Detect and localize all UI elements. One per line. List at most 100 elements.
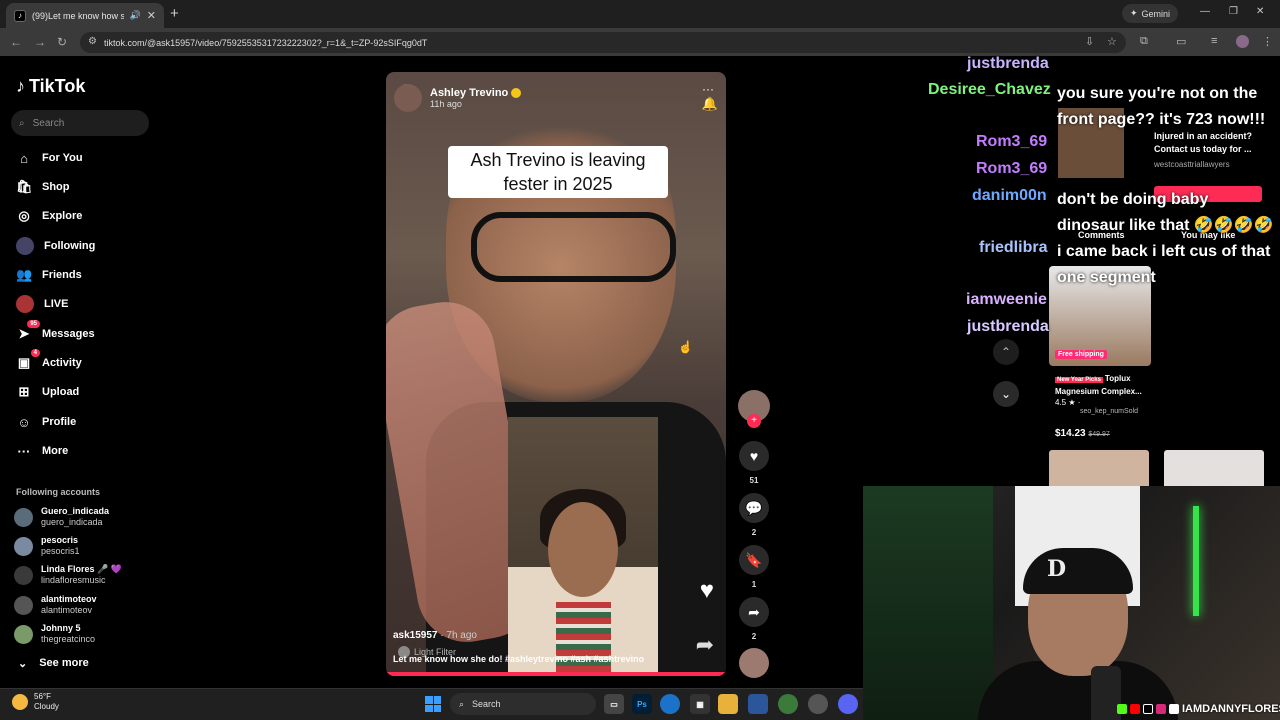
- sound-avatar[interactable]: [739, 648, 769, 678]
- save-button[interactable]: 🔖: [739, 545, 769, 575]
- gemini-button[interactable]: ✦ Gemini: [1122, 4, 1178, 23]
- video-progress-bar[interactable]: [386, 672, 726, 676]
- more-icon: ···: [17, 443, 31, 459]
- chat-username: danim00n: [972, 187, 1047, 204]
- maximize-icon[interactable]: ❐: [1229, 6, 1238, 17]
- messages-icon: ➤ 95: [16, 320, 40, 342]
- weather-icon: [12, 694, 28, 710]
- gemini-sparkle-icon: ✦: [1129, 8, 1138, 18]
- activity-badge: 4: [30, 349, 40, 357]
- search-input[interactable]: ⌕ Search: [11, 110, 149, 136]
- product-card[interactable]: [1049, 450, 1149, 490]
- sidebar-item-more[interactable]: ··· More: [16, 441, 69, 461]
- streamer-handle: IAMDANNYFLORES: [1182, 703, 1280, 715]
- weather-widget[interactable]: 56°F Cloudy: [12, 692, 59, 712]
- window-close-icon[interactable]: ✕: [1256, 6, 1264, 17]
- uploader[interactable]: ask15957 · 7h ago: [393, 630, 477, 641]
- sidebar-item-activity[interactable]: ▣ 4 Activity: [16, 349, 82, 373]
- new-tab-button[interactable]: +: [170, 5, 179, 22]
- avatar: [14, 565, 33, 585]
- install-app-icon[interactable]: ⇩: [1085, 35, 1094, 48]
- obs-icon[interactable]: [808, 694, 828, 714]
- bookmark-star-icon[interactable]: ☆: [1107, 35, 1117, 48]
- following-account[interactable]: Johnny 5 thegreatcinco: [14, 623, 95, 645]
- video-description: Let me know how she do! #ashleytrevino #…: [393, 654, 645, 664]
- tiktok-logo[interactable]: ♪ TikTok: [16, 76, 85, 97]
- free-shipping-badge: Free shipping: [1055, 350, 1107, 359]
- url-text: tiktok.com/@ask15957/video/7592553531723…: [104, 37, 428, 48]
- back-icon[interactable]: ←: [10, 35, 22, 49]
- sidebar-item-profile[interactable]: ☺ Profile: [16, 412, 76, 432]
- ad-title: Injured in an accident? Contact us today…: [1154, 131, 1253, 154]
- chat-message: you sure you're not on the front page?? …: [1057, 85, 1266, 128]
- start-button[interactable]: [425, 696, 441, 712]
- product-price: $14.23 $49.97: [1055, 428, 1110, 439]
- sidebar-item-friends[interactable]: 👥 Friends: [16, 265, 82, 285]
- app-icon[interactable]: [748, 694, 768, 714]
- chrome-icon[interactable]: [778, 694, 798, 714]
- site-info-icon[interactable]: ⚙: [88, 36, 97, 47]
- forward-icon[interactable]: →: [34, 35, 46, 49]
- following-account[interactable]: alantimoteov alantimoteov: [14, 594, 97, 616]
- chat-username: iamweenie: [966, 291, 1047, 308]
- sidebar-item-explore[interactable]: ◎ Explore: [16, 206, 82, 226]
- chat-username: justbrenda: [967, 55, 1049, 72]
- sidebar-item-messages[interactable]: ➤ 95 Messages: [16, 320, 95, 344]
- ad-source: westcoasttriallawyers: [1154, 160, 1230, 169]
- see-more-button[interactable]: ⌄ See more: [18, 657, 89, 670]
- photoshop-icon[interactable]: Ps: [632, 694, 652, 714]
- following-account[interactable]: Linda Flores 🎤 💜 lindafloresmusic: [14, 564, 122, 586]
- address-bar[interactable]: ⚙ tiktok.com/@ask15957/video/75925535317…: [80, 32, 1126, 53]
- video-player[interactable]: 🔊 Ashley Trevino 11h ago ··· 🔔 Ash Trevi…: [386, 72, 726, 676]
- file-explorer-icon[interactable]: [718, 694, 738, 714]
- live-icon: [16, 295, 34, 313]
- task-view-icon[interactable]: ▭: [604, 694, 624, 714]
- sidebar-item-upload[interactable]: ⊞ Upload: [16, 382, 80, 402]
- product-card[interactable]: [1164, 450, 1264, 490]
- search-icon: ⌕: [459, 698, 465, 709]
- tab-strip: ♪ (99)Let me know how she d 🔊 ✕ + ✦Gemin…: [0, 0, 1280, 28]
- following-icon: [16, 237, 34, 255]
- video-inset: [508, 417, 658, 676]
- following-account[interactable]: pesocris pesocris1: [14, 535, 80, 557]
- comment-button[interactable]: 💬: [739, 493, 769, 523]
- profile-avatar[interactable]: [1236, 35, 1249, 48]
- following-account[interactable]: Guero_indicada guero_indicada: [14, 506, 109, 528]
- chat-message: i came back i left cus of that one segme…: [1057, 243, 1271, 286]
- extensions-icon[interactable]: ⧉: [1140, 35, 1148, 48]
- taskbar-search[interactable]: ⌕ Search: [450, 693, 596, 715]
- discord-icon[interactable]: [838, 694, 858, 714]
- video-author[interactable]: Ashley Trevino 11h ago: [394, 84, 522, 112]
- product-title[interactable]: New Year Picks Toplux Magnesium Complex..…: [1055, 373, 1155, 397]
- sidebar-item-following[interactable]: Following: [16, 236, 95, 256]
- chevron-up-icon[interactable]: ⌃: [993, 339, 1019, 365]
- browser-tab[interactable]: ♪ (99)Let me know how she d 🔊 ✕: [6, 3, 164, 28]
- tab-close-icon[interactable]: ✕: [147, 9, 156, 22]
- tiktok-icon: [1143, 704, 1153, 714]
- sidebar-toggle-icon[interactable]: ▭: [1176, 35, 1186, 48]
- chat-username: Rom3_69: [976, 160, 1048, 177]
- like-button[interactable]: ♥: [739, 441, 769, 471]
- sidebar-item-for-you[interactable]: ⌂ For You: [16, 148, 82, 168]
- search-icon: ⌕: [19, 117, 25, 129]
- media-controls-icon[interactable]: ≡: [1211, 35, 1217, 47]
- cursor-icon: ☝: [678, 340, 693, 354]
- share-button[interactable]: ➦: [739, 597, 769, 627]
- more-options-icon[interactable]: ···: [702, 82, 714, 96]
- edge-icon[interactable]: [660, 694, 680, 714]
- browser-menu-icon[interactable]: ⋮: [1262, 35, 1273, 48]
- notification-bell-icon[interactable]: 🔔: [702, 96, 718, 112]
- sidebar-item-live[interactable]: LIVE: [16, 294, 68, 314]
- sidebar-item-shop[interactable]: 🛍 Shop: [16, 177, 70, 197]
- share-count: 2: [751, 632, 757, 641]
- home-icon: ⌂: [20, 150, 28, 166]
- chevron-down-icon[interactable]: ⌄: [993, 381, 1019, 407]
- follow-plus-icon[interactable]: +: [747, 414, 761, 428]
- store-icon[interactable]: ▦: [690, 694, 710, 714]
- speaker-icon[interactable]: 🔊: [130, 10, 141, 21]
- minimize-icon[interactable]: —: [1200, 6, 1210, 17]
- save-count: 1: [751, 580, 757, 589]
- reload-icon[interactable]: ↻: [57, 35, 67, 49]
- avatar: [14, 624, 33, 644]
- social-handles: IAMDANNYFLORES: [1117, 703, 1280, 715]
